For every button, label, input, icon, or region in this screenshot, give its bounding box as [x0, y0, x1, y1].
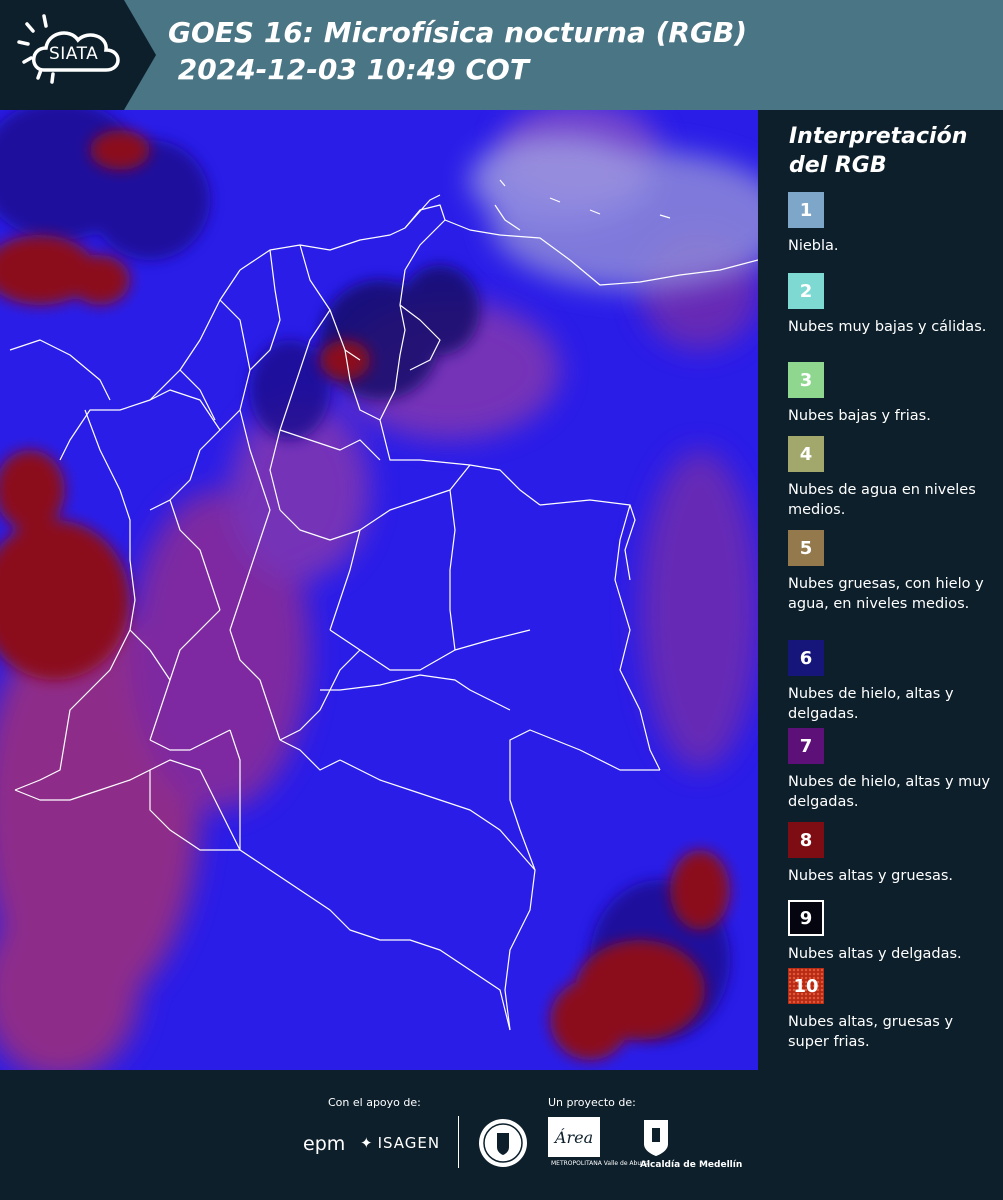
legend-swatch: 1 [788, 192, 824, 228]
legend-item-1: 1 Niebla. [788, 192, 998, 256]
legend-label: Niebla. [788, 238, 839, 254]
legend-item-8: 8 Nubes altas y gruesas. [788, 822, 998, 886]
legend-label: Nubes altas, gruesas y super frias. [788, 1014, 954, 1050]
title-line-1: GOES 16: Microfísica nocturna (RGB) [168, 16, 748, 49]
isagen-mark-icon: ✦ [360, 1134, 374, 1152]
area-caption: METROPOLITANA Valle de Aburrá [551, 1160, 650, 1167]
legend-title: Interpretación del RGB [789, 124, 968, 178]
legend-item-6: 6 Nubes de hielo, altas y delgadas. [788, 640, 998, 724]
header-bar: SIATA GOES 16: Microfísica nocturna (RGB… [0, 0, 1003, 110]
siata-logo-text: SIATA [49, 44, 99, 64]
support-label: Con el apoyo de: [328, 1096, 421, 1109]
legend-label: Nubes bajas y frias. [788, 408, 931, 424]
alcaldia-caption: Alcaldía de Medellín [640, 1160, 743, 1170]
legend-item-4: 4 Nubes de agua en niveles medios. [788, 436, 998, 520]
satellite-map [0, 110, 758, 1070]
footer-divider [458, 1116, 459, 1168]
legend-swatch: 3 [788, 362, 824, 398]
legend-item-3: 3 Nubes bajas y frias. [788, 362, 998, 426]
legend-item-10: 10 Nubes altas, gruesas y super frias. [788, 968, 998, 1052]
alcaldia-shield-icon [644, 1120, 668, 1156]
legend-swatch: 8 [788, 822, 824, 858]
legend-panel: Interpretación del RGB 1 Niebla. 2 Nubes mu… [776, 110, 1003, 1070]
university-seal-icon [479, 1119, 527, 1167]
epm-logo: epm [303, 1133, 346, 1155]
svg-text:Área: Área [553, 1127, 593, 1147]
legend-swatch: 6 [788, 640, 824, 676]
area-metropolitana-logo: Área [548, 1117, 600, 1157]
legend-item-5: 5 Nubes gruesas, con hielo y agua, en niv… [788, 530, 998, 614]
legend-label: Nubes de hielo, altas y delgadas. [788, 686, 954, 722]
legend-label: Nubes gruesas, con hielo y agua, en nive… [788, 576, 984, 612]
legend-label: Nubes altas y gruesas. [788, 868, 954, 884]
legend-label: Nubes muy bajas y cálidas. [788, 319, 987, 335]
legend-item-2: 2 Nubes muy bajas y cálidas. [788, 273, 998, 337]
siata-logo: SIATA [0, 0, 156, 110]
legend-swatch: 9 [788, 900, 824, 936]
page-title: GOES 16: Microfísica nocturna (RGB) 2024… [168, 14, 747, 88]
legend-swatch: 4 [788, 436, 824, 472]
legend-item-9: 9 Nubes altas y delgadas. [788, 900, 998, 964]
isagen-logo-text: ISAGEN [377, 1134, 441, 1152]
footer-bar: Con el apoyo de: Un proyecto de: epm ✦ IS… [0, 1070, 1003, 1200]
legend-swatch: 2 [788, 273, 824, 309]
legend-swatch: 10 [788, 968, 824, 1004]
title-line-2: 2024-12-03 10:49 COT [168, 53, 529, 86]
legend-swatch: 5 [788, 530, 824, 566]
legend-label: Nubes de hielo, altas y muy delgadas. [788, 774, 991, 810]
legend-swatch: 7 [788, 728, 824, 764]
legend-label: Nubes altas y delgadas. [788, 946, 962, 962]
project-label: Un proyecto de: [548, 1096, 636, 1109]
isagen-logo: ✦ ISAGEN [360, 1134, 440, 1152]
legend-label: Nubes de agua en niveles medios. [788, 482, 976, 518]
legend-item-7: 7 Nubes de hielo, altas y muy delgadas. [788, 728, 998, 812]
